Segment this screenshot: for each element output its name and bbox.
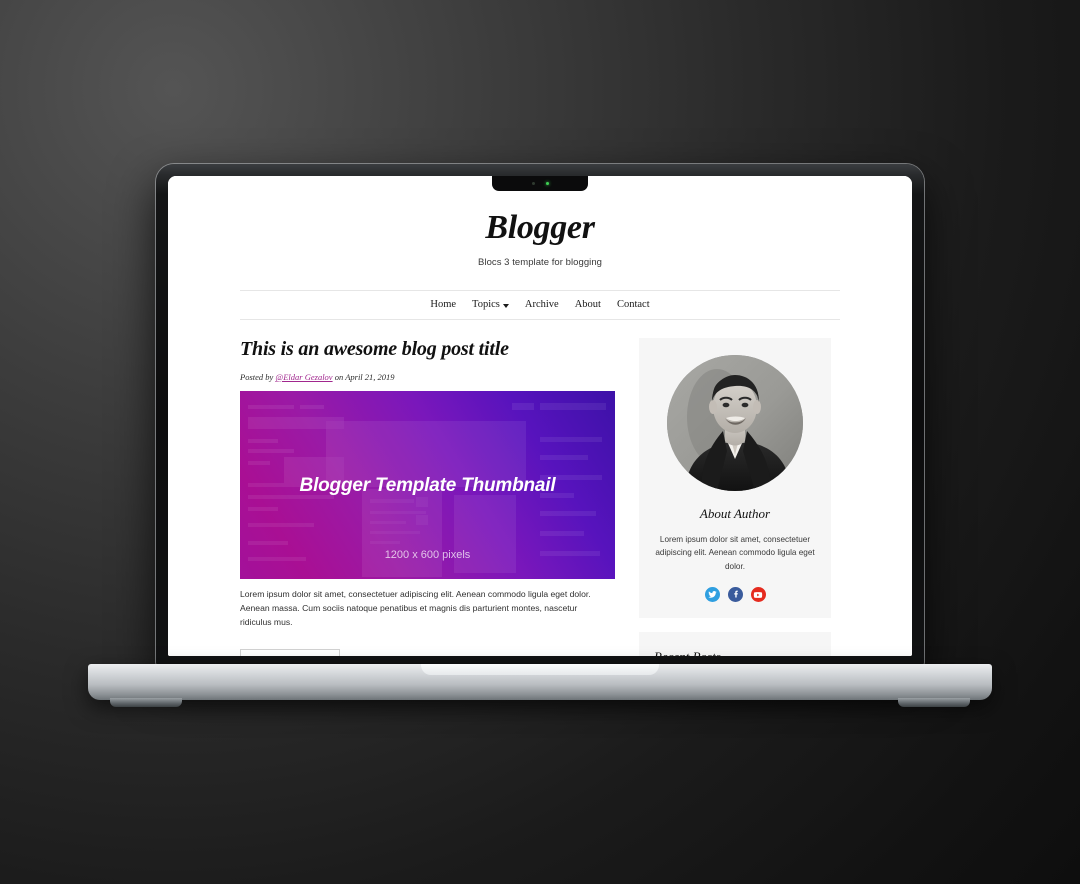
- chevron-down-icon: [502, 303, 509, 308]
- post-thumbnail[interactable]: Blogger Template Thumbnail 1200 x 600 pi…: [240, 390, 615, 579]
- post-meta-prefix: Posted by: [240, 371, 276, 382]
- laptop-foot-left: [110, 698, 182, 707]
- post-meta-suffix: on April 21, 2019: [332, 371, 395, 382]
- post-author-link[interactable]: @Eldar Gezalov: [275, 372, 332, 382]
- post-excerpt: Lorem ipsum dolor sit amet, consectetuer…: [240, 588, 591, 627]
- continue-reading-button[interactable]: Continue Reading >: [240, 649, 340, 656]
- nav-item-home[interactable]: Home: [430, 299, 456, 310]
- post-title: This is an awesome blog post title: [240, 337, 509, 360]
- post-meta: Posted by @Eldar Gezalov on April 21, 20…: [240, 372, 615, 382]
- recent-posts-heading: Recent Posts: [654, 649, 816, 656]
- nav-label: Topics: [472, 299, 500, 311]
- scene-backdrop: Blogger Blocs 3 template for blogging Ho…: [0, 0, 1080, 884]
- nav-label: About: [574, 299, 601, 311]
- nav-label: Archive: [524, 299, 559, 311]
- laptop-base: [88, 664, 992, 710]
- nav-item-contact[interactable]: Contact: [617, 299, 650, 310]
- thumbnail-label: Blogger Template Thumbnail: [299, 474, 556, 496]
- social-links: [654, 587, 816, 603]
- nav-item-about[interactable]: About: [575, 299, 601, 310]
- twitter-icon[interactable]: [704, 587, 720, 603]
- avatar: [667, 354, 803, 491]
- site-tagline: Blocs 3 template for blogging: [478, 256, 602, 268]
- site-title: Blogger: [485, 209, 595, 246]
- camera-icon: [531, 182, 535, 185]
- thumbnail-dimensions: 1200 x 600 pixels: [384, 548, 471, 561]
- recent-posts-card: Recent Posts: [639, 632, 831, 656]
- laptop-screen: Blogger Blocs 3 template for blogging Ho…: [168, 176, 912, 656]
- sidebar: About Author Lorem ipsum dolor sit amet,…: [639, 337, 831, 656]
- nav-label: Contact: [616, 299, 650, 311]
- website-page: Blogger Blocs 3 template for blogging Ho…: [168, 176, 912, 656]
- laptop-foot-right: [898, 698, 970, 707]
- content-row: This is an awesome blog post title Poste…: [240, 337, 840, 656]
- facebook-icon[interactable]: [727, 587, 743, 603]
- laptop-base-notch: [421, 664, 659, 675]
- screen-notch: [492, 176, 588, 191]
- nav-item-archive[interactable]: Archive: [525, 299, 559, 310]
- laptop-device: Blogger Blocs 3 template for blogging Ho…: [156, 164, 924, 666]
- nav-label: Home: [430, 299, 457, 311]
- youtube-icon[interactable]: [750, 587, 766, 603]
- main-column: This is an awesome blog post title Poste…: [240, 338, 615, 656]
- nav-item-topics[interactable]: Topics: [472, 299, 509, 310]
- about-author-heading: About Author: [699, 505, 771, 521]
- about-author-card: About Author Lorem ipsum dolor sit amet,…: [639, 337, 831, 619]
- main-navigation: Home Topics Archive About Contact: [240, 289, 840, 320]
- camera-indicator-icon: [545, 182, 549, 185]
- laptop-base-body: [88, 664, 992, 700]
- laptop-lid: Blogger Blocs 3 template for blogging Ho…: [156, 164, 924, 666]
- about-author-text: Lorem ipsum dolor sit amet, consectetuer…: [655, 534, 815, 572]
